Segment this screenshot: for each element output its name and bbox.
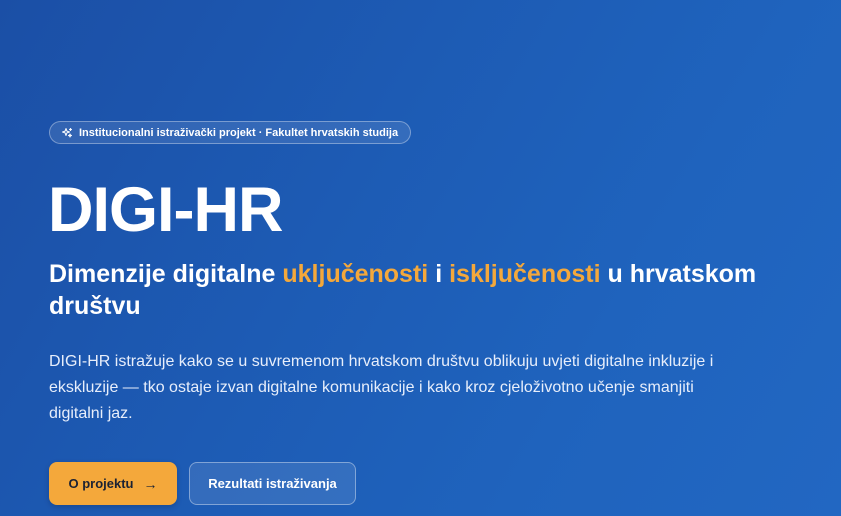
research-results-button[interactable]: Rezultati istraživanja (189, 462, 356, 505)
subtitle-accent-inclusion: uključenosti (282, 260, 429, 288)
subtitle-accent-exclusion: isključenosti (449, 260, 601, 288)
about-project-label: O projektu (68, 476, 134, 491)
project-badge: Institucionalni istraživački projekt · F… (49, 121, 412, 144)
sparkles-icon (62, 127, 72, 137)
page-title: DIGI-HR (48, 175, 283, 245)
hero-subtitle: Dimenzije digitalne uključenosti i isklj… (49, 258, 819, 322)
about-project-button[interactable]: O projektu → (49, 462, 177, 505)
subtitle-text-2: i (428, 260, 450, 288)
hero-section: Institucionalni istraživački projekt · F… (48, 0, 829, 516)
badge-text: Institucionalni istraživački projekt · F… (79, 126, 399, 139)
subtitle-text-1: Dimenzije digitalne (49, 260, 283, 288)
arrow-right-icon: → (143, 475, 158, 492)
hero-description: DIGI-HR istražuje kako se u suvremenom h… (49, 353, 714, 422)
